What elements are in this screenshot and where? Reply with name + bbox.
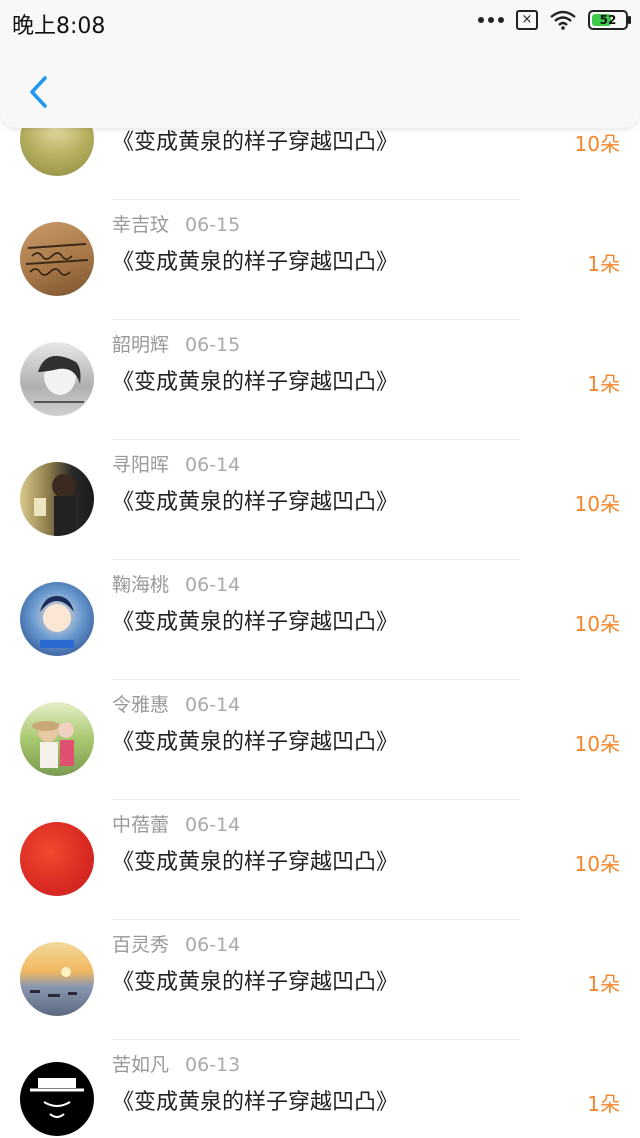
user-name: 幸吉玟	[112, 214, 170, 236]
date: 06-14	[185, 454, 241, 476]
user-name: 令雅惠	[112, 694, 170, 716]
page: 《变成黄泉的样子穿越凹凸》 10朵 幸吉玟 06-15 《变成黄泉的样子穿越凹凸》…	[0, 0, 640, 1138]
date: 06-15	[185, 214, 241, 236]
list-item[interactable]: 韶明辉 06-15 《变成黄泉的样子穿越凹凸》 1朵	[0, 320, 640, 440]
flower-count: 1朵	[587, 372, 620, 396]
status-icons: × 52	[478, 10, 631, 30]
wifi-icon	[550, 10, 576, 30]
book-title: 《变成黄泉的样子穿越凹凸》	[112, 370, 399, 395]
book-title: 《变成黄泉的样子穿越凹凸》	[112, 730, 399, 755]
date: 06-13	[185, 1054, 241, 1076]
book-title: 《变成黄泉的样子穿越凹凸》	[112, 250, 399, 275]
user-name: 中蓓蕾	[112, 814, 170, 836]
date: 06-14	[185, 694, 241, 716]
couple-image	[32, 721, 74, 768]
battery-icon: 52	[588, 10, 631, 30]
sunset-image	[30, 967, 77, 997]
no-sim-icon: ×	[516, 10, 538, 30]
mask-image	[30, 1078, 84, 1118]
list-item[interactable]: 令雅惠 06-14 《变成黄泉的样子穿越凹凸》 10朵	[0, 680, 640, 800]
user-name: 鞠海桃	[112, 574, 170, 596]
avatar	[20, 222, 94, 296]
avatar	[20, 822, 94, 896]
date: 06-14	[185, 814, 241, 836]
book-title: 《变成黄泉的样子穿越凹凸》	[112, 850, 399, 875]
list-item[interactable]: 苦如凡 06-13 《变成黄泉的样子穿越凹凸》 1朵	[0, 1040, 640, 1138]
date: 06-14	[185, 574, 241, 596]
book-title: 《变成黄泉的样子穿越凹凸》	[112, 1090, 399, 1115]
status-time: 晚上8:08	[12, 14, 106, 39]
date: 06-14	[185, 934, 241, 956]
selfie-image	[34, 474, 76, 536]
anime-image	[40, 596, 74, 648]
flower-count: 1朵	[587, 972, 620, 996]
flower-count: 10朵	[574, 492, 620, 516]
portrait-image	[34, 355, 84, 403]
user-name: 寻阳晖	[112, 454, 170, 476]
user-name: 韶明辉	[112, 334, 170, 356]
avatar	[20, 1062, 94, 1136]
avatar	[20, 702, 94, 776]
flower-count: 10朵	[574, 132, 620, 156]
back-button[interactable]	[18, 72, 58, 112]
flower-count: 10朵	[574, 732, 620, 756]
avatar	[20, 342, 94, 416]
user-name: 百灵秀	[112, 934, 170, 956]
more-dots-icon	[478, 17, 504, 23]
avatar	[20, 582, 94, 656]
flower-count: 10朵	[574, 852, 620, 876]
list-item[interactable]: 幸吉玟 06-15 《变成黄泉的样子穿越凹凸》 1朵	[0, 200, 640, 320]
user-name: 苦如凡	[112, 1054, 170, 1076]
avatar	[20, 462, 94, 536]
book-title: 《变成黄泉的样子穿越凹凸》	[112, 970, 399, 995]
book-title: 《变成黄泉的样子穿越凹凸》	[112, 490, 399, 515]
flower-count: 10朵	[574, 612, 620, 636]
top-bar: 晚上8:08 × 52	[0, 0, 640, 128]
battery-level: 52	[599, 13, 617, 27]
avatar	[20, 942, 94, 1016]
book-title: 《变成黄泉的样子穿越凹凸》	[112, 610, 399, 635]
back-chevron-icon	[30, 76, 47, 108]
list-item[interactable]: 鞠海桃 06-14 《变成黄泉的样子穿越凹凸》 10朵	[0, 560, 640, 680]
list-item[interactable]: 寻阳晖 06-14 《变成黄泉的样子穿越凹凸》 10朵	[0, 440, 640, 560]
flower-count: 1朵	[587, 1092, 620, 1116]
handwriting-image	[25, 243, 89, 276]
list-item[interactable]: 百灵秀 06-14 《变成黄泉的样子穿越凹凸》 1朵	[0, 920, 640, 1040]
list-item[interactable]: 中蓓蕾 06-14 《变成黄泉的样子穿越凹凸》 10朵	[0, 800, 640, 920]
book-title: 《变成黄泉的样子穿越凹凸》	[112, 130, 399, 155]
flower-count: 1朵	[587, 252, 620, 276]
date: 06-15	[185, 334, 241, 356]
